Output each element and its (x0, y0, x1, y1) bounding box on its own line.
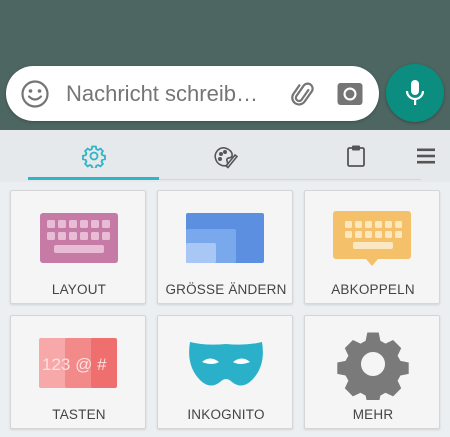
tile-label: ABKOPPELN (331, 282, 415, 297)
message-compose-bar[interactable] (6, 66, 379, 121)
tab-theme[interactable] (159, 130, 290, 182)
undock-keyboard-icon (305, 199, 441, 279)
microphone-button[interactable] (386, 64, 444, 122)
layout-tile[interactable]: LAYOUT (10, 190, 146, 304)
mask-icon (158, 324, 294, 404)
resize-tile[interactable]: GRÖSSE ÄNDERN (157, 190, 293, 304)
more-tile[interactable]: MEHR (304, 315, 440, 429)
undock-tile[interactable]: ABKOPPELN (304, 190, 440, 304)
resize-icon (158, 199, 294, 279)
selected-tab-indicator (28, 177, 159, 180)
tile-label: TASTEN (52, 407, 106, 422)
toolbar-divider (159, 179, 421, 180)
clipboard-icon (346, 145, 365, 167)
tile-label: INKOGNITO (187, 407, 265, 422)
incognito-tile[interactable]: INKOGNITO (157, 315, 293, 429)
keys-tile[interactable]: 123 @ # TASTEN (10, 315, 146, 429)
tile-label: GRÖSSE ÄNDERN (165, 282, 287, 297)
microphone-icon (405, 80, 425, 105)
hamburger-menu-button[interactable] (405, 130, 447, 182)
camera-icon[interactable] (336, 80, 364, 108)
gear-icon (81, 145, 106, 168)
tab-clipboard[interactable] (290, 130, 421, 182)
palette-icon (213, 147, 238, 169)
keys-art-text: 123 @ # (42, 355, 107, 374)
tile-label: LAYOUT (51, 282, 107, 297)
paperclip-icon[interactable] (288, 79, 318, 109)
keyboard-toolbar (0, 130, 450, 182)
hamburger-menu-icon (417, 148, 435, 164)
emoji-icon[interactable] (20, 79, 50, 109)
keys-icon: 123 @ # (11, 324, 147, 404)
keyboard-settings-grid: LAYOUT GRÖSSE ÄNDERN ABKOPPELN 123 @ # T… (0, 182, 450, 437)
tab-settings[interactable] (28, 130, 159, 182)
settings-gear-icon (305, 324, 441, 404)
keyboard-icon (11, 199, 147, 279)
message-input[interactable] (66, 80, 276, 108)
tile-label: MEHR (352, 407, 394, 422)
